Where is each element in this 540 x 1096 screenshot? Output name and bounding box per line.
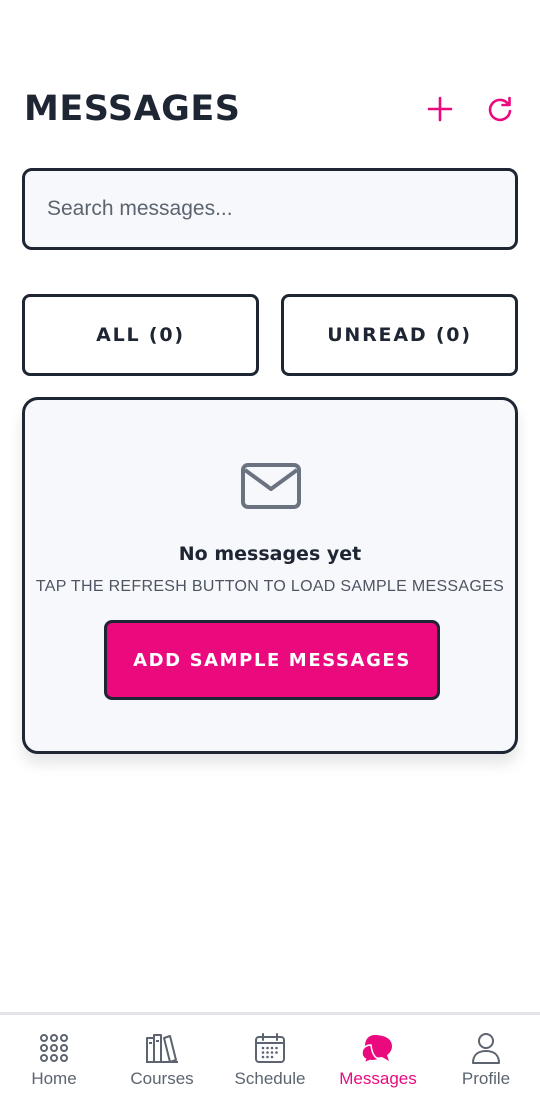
- nav-label-schedule: Schedule: [234, 1069, 306, 1088]
- envelope-icon: [241, 463, 301, 509]
- nav-label-profile: Profile: [461, 1069, 511, 1088]
- books-icon: [146, 1034, 178, 1063]
- search-box: [22, 168, 518, 250]
- chat-bubbles-icon: [361, 1035, 392, 1064]
- add-sample-messages-button[interactable]: ADD SAMPLE MESSAGES: [104, 620, 440, 700]
- search-input[interactable]: [47, 197, 493, 221]
- plus-icon: [427, 96, 453, 122]
- add-message-button[interactable]: [424, 93, 456, 125]
- nav-item-schedule[interactable]: Schedule: [216, 1015, 324, 1096]
- calendar-icon: [255, 1033, 285, 1063]
- nav-label-courses: Courses: [130, 1069, 194, 1088]
- nav-label-messages: Messages: [339, 1069, 417, 1088]
- filter-unread-button[interactable]: UNREAD (0): [281, 294, 518, 376]
- empty-state-subtitle: TAP THE REFRESH BUTTON TO LOAD SAMPLE ME…: [35, 578, 505, 595]
- nav-item-messages[interactable]: Messages: [324, 1015, 432, 1096]
- header-actions: [424, 93, 516, 125]
- nav-item-courses[interactable]: Courses: [108, 1015, 216, 1096]
- page-title: MESSAGES: [24, 89, 241, 129]
- refresh-button[interactable]: [484, 93, 516, 125]
- filter-tabs: ALL (0) UNREAD (0): [22, 294, 518, 376]
- empty-state-title: No messages yet: [178, 543, 362, 565]
- filter-all-button[interactable]: ALL (0): [22, 294, 259, 376]
- bottom-nav: Home Courses Schedule Messages Profile: [0, 1012, 540, 1096]
- nav-item-profile[interactable]: Profile: [432, 1015, 540, 1096]
- empty-state-card: No messages yet TAP THE REFRESH BUTTON T…: [22, 397, 518, 754]
- refresh-icon: [488, 96, 512, 122]
- nav-item-home[interactable]: Home: [0, 1015, 108, 1096]
- user-icon: [472, 1033, 500, 1064]
- nav-label-home: Home: [31, 1069, 77, 1088]
- grid-icon: [40, 1034, 68, 1062]
- header: MESSAGES: [24, 84, 516, 134]
